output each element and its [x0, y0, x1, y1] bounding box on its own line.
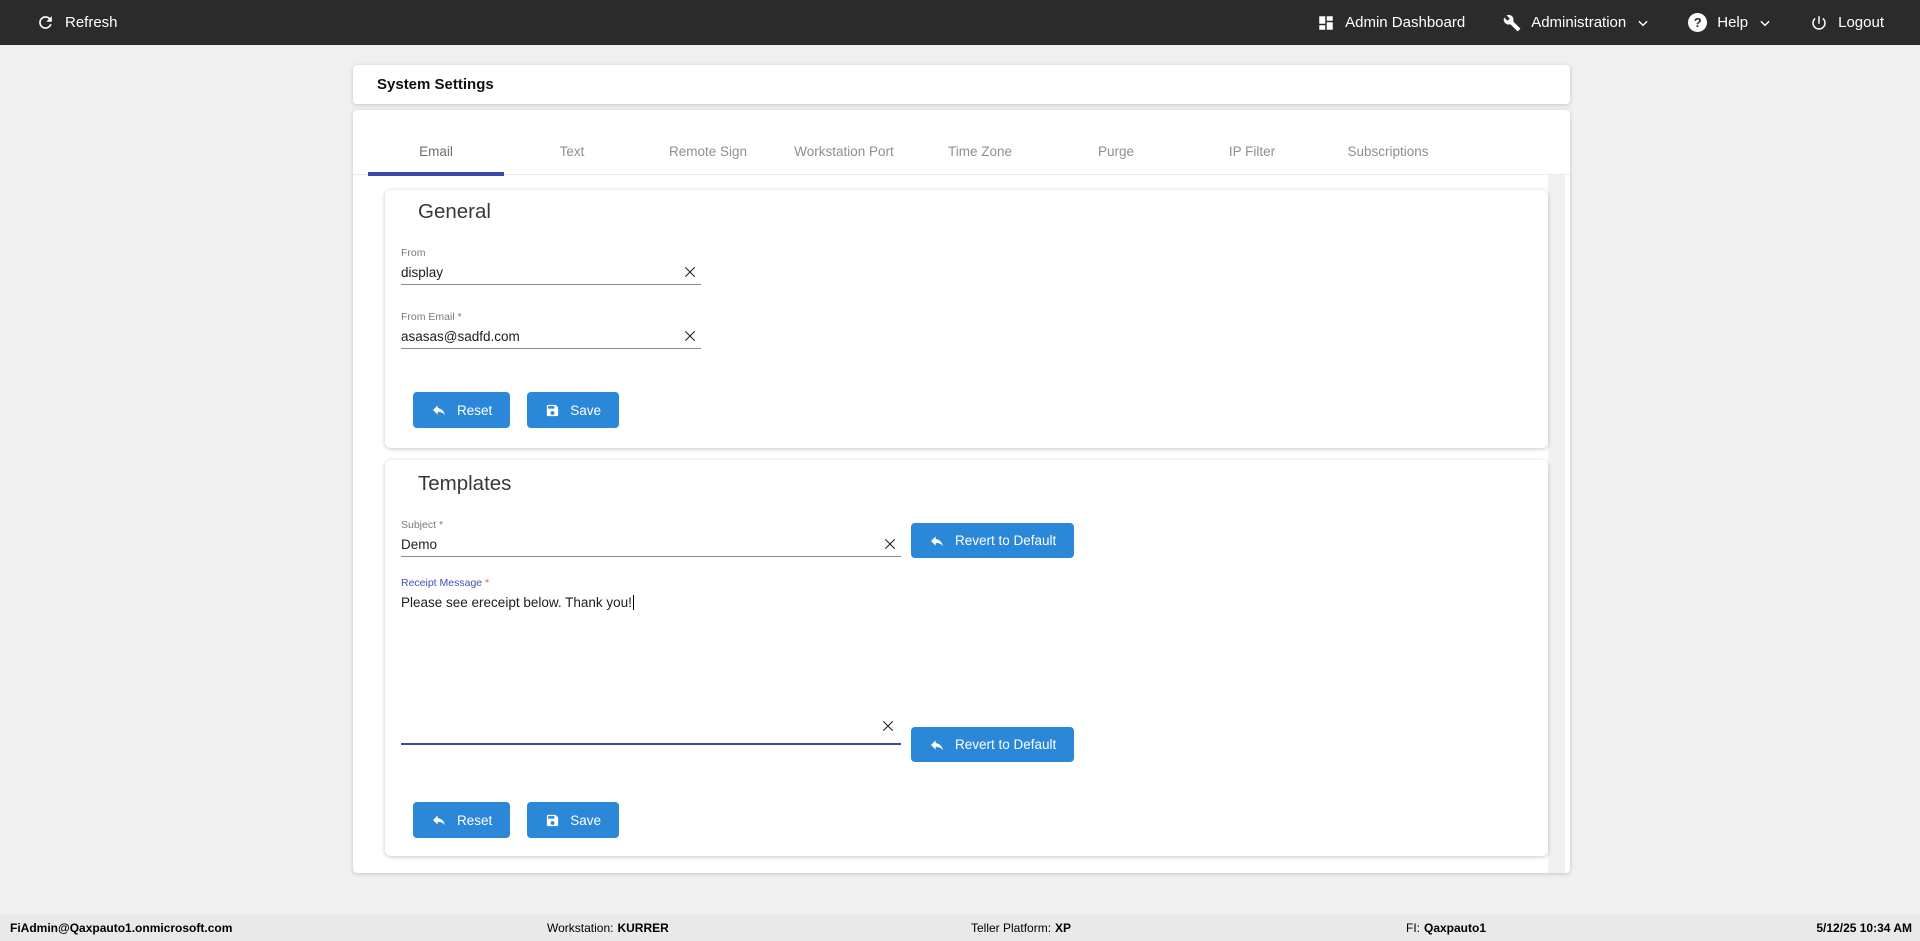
- status-user: FiAdmin@Qaxpauto1.onmicrosoft.com: [10, 921, 233, 935]
- clear-icon[interactable]: [679, 325, 701, 347]
- admin-dashboard-button[interactable]: Admin Dashboard: [1317, 14, 1465, 32]
- templates-heading: Templates: [418, 472, 512, 495]
- top-bar: Refresh Admin Dashboard Administration ?…: [0, 0, 1920, 45]
- general-save-button[interactable]: Save: [527, 392, 620, 428]
- undo-icon: [431, 812, 447, 828]
- undo-icon: [929, 737, 945, 753]
- templates-section: Templates Subject * Demo Revert to Defau…: [385, 460, 1548, 856]
- chevron-down-icon: [1636, 16, 1650, 30]
- from-email-field[interactable]: From Email * asasas@sadfd.com: [401, 310, 701, 349]
- page-title: System Settings: [377, 76, 494, 93]
- subject-label: Subject *: [401, 519, 444, 531]
- text-cursor: [632, 595, 635, 610]
- undo-icon: [929, 533, 945, 549]
- templates-reset-button[interactable]: Reset: [413, 802, 511, 838]
- tab-subscriptions[interactable]: Subscriptions: [1320, 110, 1456, 175]
- scrollbar[interactable]: [1548, 175, 1565, 873]
- tab-ip-filter[interactable]: IP Filter: [1184, 110, 1320, 175]
- from-email-label: From Email *: [401, 311, 462, 323]
- from-input[interactable]: display: [401, 265, 679, 280]
- status-datetime: 5/12/25 10:34 AM: [1816, 921, 1912, 935]
- clear-icon[interactable]: [679, 261, 701, 283]
- power-icon: [1810, 14, 1828, 32]
- status-teller-platform: Teller Platform: XP: [971, 921, 1072, 935]
- refresh-label: Refresh: [65, 14, 118, 31]
- active-tab-underline: [368, 172, 504, 176]
- tab-text[interactable]: Text: [504, 110, 640, 175]
- receipt-revert-button[interactable]: Revert to Default: [911, 727, 1075, 762]
- status-workstation: Workstation: KURRER: [547, 921, 669, 935]
- status-bar: FiAdmin@Qaxpauto1.onmicrosoft.com Workst…: [0, 915, 1920, 941]
- subject-field[interactable]: Subject * Demo: [401, 518, 901, 557]
- refresh-button[interactable]: Refresh: [36, 13, 118, 32]
- wrench-icon: [1503, 14, 1521, 32]
- tab-email[interactable]: Email: [368, 110, 504, 176]
- tab-time-zone[interactable]: Time Zone: [912, 110, 1048, 175]
- undo-icon: [431, 402, 447, 418]
- administration-menu[interactable]: Administration: [1503, 14, 1650, 32]
- templates-save-button[interactable]: Save: [527, 802, 620, 838]
- subject-input[interactable]: Demo: [401, 537, 879, 552]
- logout-label: Logout: [1838, 14, 1884, 31]
- from-field[interactable]: From display: [401, 246, 701, 285]
- general-reset-button[interactable]: Reset: [413, 392, 511, 428]
- page-title-card: System Settings: [353, 65, 1570, 104]
- tab-bar: Email Text Remote Sign Workstation Port …: [353, 110, 1570, 176]
- subject-revert-button[interactable]: Revert to Default: [911, 523, 1075, 558]
- clear-icon[interactable]: [877, 715, 899, 737]
- status-fi: FI: Qaxpauto1: [1406, 921, 1487, 935]
- general-section: General From display From Email * asasas…: [385, 190, 1548, 448]
- help-menu[interactable]: ? Help: [1688, 13, 1772, 32]
- save-icon: [545, 403, 560, 418]
- settings-card: Email Text Remote Sign Workstation Port …: [353, 110, 1570, 873]
- tab-workstation-port[interactable]: Workstation Port: [776, 110, 912, 175]
- admin-dashboard-label: Admin Dashboard: [1345, 14, 1466, 31]
- receipt-message-label: Receipt Message *: [401, 577, 490, 589]
- help-icon: ?: [1688, 13, 1708, 32]
- required-marker: *: [485, 577, 490, 589]
- administration-label: Administration: [1531, 14, 1627, 31]
- refresh-icon: [36, 13, 55, 32]
- receipt-message-field[interactable]: Receipt Message * Please see ereceipt be…: [401, 576, 901, 745]
- chevron-down-icon: [1758, 16, 1772, 30]
- general-heading: General: [418, 200, 491, 223]
- from-label: From: [401, 247, 426, 259]
- from-email-input[interactable]: asasas@sadfd.com: [401, 329, 679, 344]
- save-icon: [545, 813, 560, 828]
- tab-purge[interactable]: Purge: [1048, 110, 1184, 175]
- logout-button[interactable]: Logout: [1810, 14, 1884, 32]
- receipt-message-textarea[interactable]: Please see ereceipt below. Thank you!: [401, 595, 635, 610]
- dashboard-icon: [1317, 14, 1335, 32]
- help-label: Help: [1717, 14, 1749, 31]
- tab-remote-sign[interactable]: Remote Sign: [640, 110, 776, 175]
- clear-icon[interactable]: [879, 533, 901, 555]
